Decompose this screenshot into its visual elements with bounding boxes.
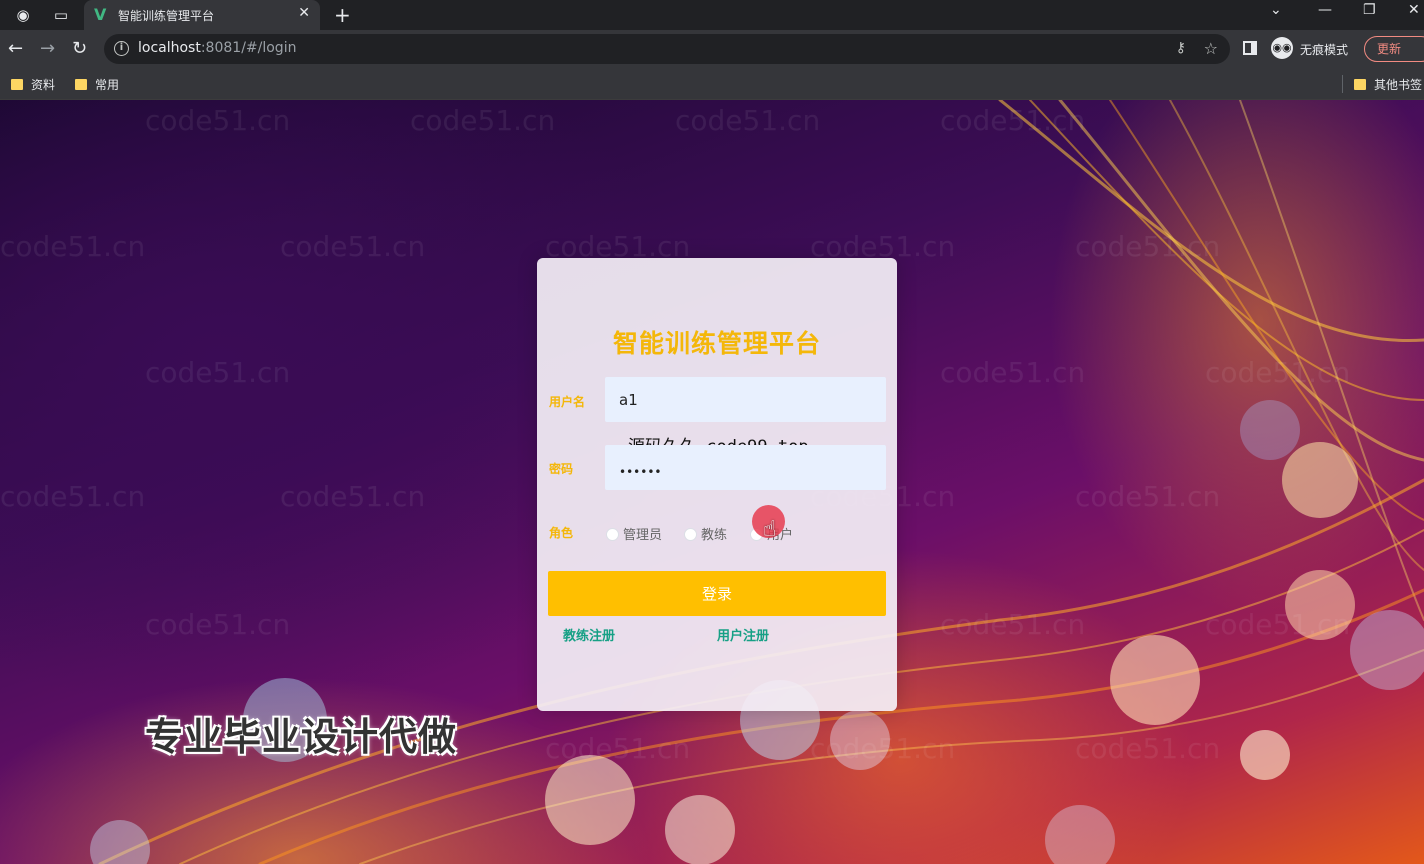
role-radio-coach[interactable]: 教练	[684, 524, 727, 543]
new-tab-icon[interactable]: +	[334, 3, 351, 27]
role-label: 角色	[549, 526, 574, 540]
watermark: code51.cn	[940, 356, 1086, 389]
globe-icon[interactable]: ◉	[14, 6, 32, 24]
user-register-link[interactable]: 用户注册	[717, 625, 769, 644]
watermark: code51.cn	[810, 732, 956, 765]
close-tab-icon[interactable]: ✕	[298, 5, 310, 21]
watermark: code51.cn	[410, 104, 556, 137]
hand-cursor-icon: ☝	[763, 517, 777, 542]
watermark: code51.cn	[1205, 356, 1351, 389]
folder-icon	[75, 79, 87, 90]
browser-toolbar: ← → ↻ i localhost:8081/#/login ⚷ ☆ ◉◉ 无痕…	[0, 30, 1424, 68]
watermark: code51.cn	[940, 104, 1086, 137]
update-button[interactable]: 更新	[1364, 36, 1424, 62]
bookmark-folder-1[interactable]: 资料	[11, 76, 55, 93]
bookmark-separator	[1342, 75, 1343, 93]
site-info-icon[interactable]: i	[114, 41, 129, 56]
bookmark-star-icon[interactable]: ☆	[1204, 39, 1218, 58]
chevron-down-icon[interactable]: ⌄	[1270, 2, 1282, 18]
watermark: code51.cn	[1075, 480, 1221, 513]
password-input[interactable]	[605, 445, 886, 490]
watermark: code51.cn	[145, 608, 291, 641]
folder-icon	[1354, 79, 1366, 90]
watermark: code51.cn	[940, 608, 1086, 641]
username-input[interactable]	[605, 377, 886, 422]
bookmarks-bar: 资料 常用 其他书签	[0, 68, 1424, 100]
watermark: code51.cn	[1205, 608, 1351, 641]
login-form: 智能训练管理平台 用户名 源码久久-code99.top 密码 角色 管理员 教…	[537, 258, 897, 711]
watermark: code51.cn	[0, 230, 146, 263]
close-window-icon[interactable]: ✕	[1408, 2, 1420, 18]
watermark: code51.cn	[145, 356, 291, 389]
password-label: 密码	[549, 462, 574, 476]
username-label: 用户名	[549, 395, 586, 409]
watermark: code51.cn	[280, 480, 426, 513]
key-icon[interactable]: ⚷	[1176, 40, 1186, 56]
restore-icon[interactable]: ❐	[1363, 2, 1376, 18]
promo-banner-text: 专业毕业设计代做	[145, 715, 458, 759]
coach-register-link[interactable]: 教练注册	[563, 625, 615, 644]
watermark: code51.cn	[675, 104, 821, 137]
minimize-icon[interactable]: —	[1318, 2, 1332, 18]
bookmark-folder-2[interactable]: 常用	[75, 76, 119, 93]
watermark: code51.cn	[1075, 732, 1221, 765]
incognito-label: 无痕模式	[1300, 43, 1349, 57]
tab-title: 智能训练管理平台	[118, 9, 215, 23]
role-radio-admin[interactable]: 管理员	[606, 524, 662, 543]
watermark: code51.cn	[545, 732, 691, 765]
forward-icon[interactable]: →	[40, 38, 55, 59]
vue-logo-icon: V	[94, 5, 107, 24]
login-title: 智能训练管理平台	[612, 329, 821, 358]
watermark: code51.cn	[0, 480, 146, 513]
radio-circle-icon	[606, 528, 619, 541]
back-icon[interactable]: ←	[8, 38, 23, 59]
browser-tab-strip: ◉ ▭ V 智能训练管理平台 ✕ + ⌄ — ❐ ✕	[0, 0, 1424, 30]
radio-circle-icon	[684, 528, 697, 541]
tab-groups-icon[interactable]: ▭	[52, 6, 70, 24]
watermark: code51.cn	[280, 230, 426, 263]
url-text: localhost:8081/#/login	[138, 40, 297, 56]
watermark: code51.cn	[145, 104, 291, 137]
watermark: code51.cn	[1075, 230, 1221, 263]
other-bookmarks[interactable]: 其他书签	[1354, 76, 1422, 93]
login-button[interactable]: 登录	[548, 571, 886, 616]
reload-icon[interactable]: ↻	[72, 38, 87, 59]
incognito-icon[interactable]: ◉◉	[1271, 37, 1293, 59]
folder-icon	[11, 79, 23, 90]
side-panel-icon[interactable]	[1243, 41, 1257, 55]
browser-tab-active[interactable]: V 智能训练管理平台 ✕	[84, 0, 320, 30]
login-page-background: code51.cn code51.cn code51.cn code51.cn …	[0, 100, 1424, 864]
address-bar[interactable]: i localhost:8081/#/login ⚷ ☆	[104, 34, 1230, 64]
